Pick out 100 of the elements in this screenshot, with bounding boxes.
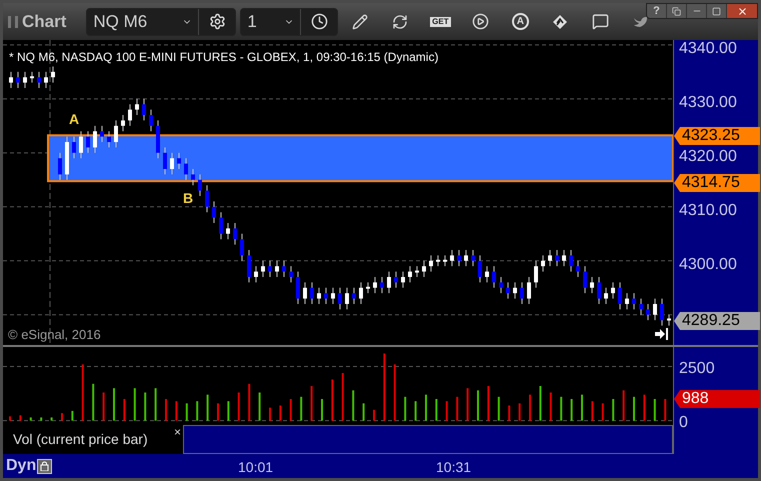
candle <box>422 260 426 278</box>
candle <box>653 298 657 321</box>
candle <box>324 287 328 304</box>
candle <box>380 276 384 294</box>
candle <box>373 276 377 294</box>
grip-icon[interactable] <box>8 16 18 28</box>
candle <box>457 250 461 267</box>
candle <box>555 250 559 267</box>
candle <box>366 282 370 294</box>
time-label: 10:31 <box>436 458 472 477</box>
candle <box>660 298 664 326</box>
candle <box>205 184 209 213</box>
window-title: Chart <box>22 10 66 33</box>
close-legend-button[interactable]: × <box>174 425 181 439</box>
help-button[interactable]: ? <box>647 4 667 18</box>
candle <box>121 114 125 132</box>
candle <box>443 254 447 267</box>
legend-text: Vol (current price bar) <box>13 430 148 449</box>
candle <box>345 287 349 310</box>
candle <box>583 266 587 294</box>
candle <box>58 152 62 180</box>
candle <box>625 292 629 310</box>
candle <box>170 152 174 175</box>
candle <box>618 282 622 310</box>
candle <box>65 136 69 180</box>
candle <box>562 250 566 267</box>
candle <box>499 276 503 294</box>
candle <box>450 250 454 267</box>
candle <box>23 71 27 89</box>
candle <box>268 260 272 278</box>
candle <box>142 98 146 121</box>
candle <box>156 120 160 159</box>
candle <box>548 250 552 267</box>
candle <box>569 250 573 272</box>
candle <box>296 271 300 304</box>
candle <box>667 314 671 326</box>
candle <box>534 260 538 288</box>
candle <box>86 130 90 154</box>
volume-tick: 2500 <box>679 358 715 378</box>
candle <box>506 282 510 300</box>
candle <box>513 282 517 300</box>
candle <box>135 98 139 116</box>
candle <box>184 158 188 180</box>
candle <box>149 109 153 132</box>
candle <box>72 136 76 159</box>
candle <box>415 266 419 278</box>
candle <box>177 152 181 170</box>
candle <box>9 71 13 89</box>
candle <box>275 260 279 278</box>
candle <box>646 303 650 321</box>
copyright-text: © eSignal, 2016 <box>8 326 101 344</box>
candle <box>387 271 391 294</box>
candle <box>51 66 55 84</box>
candle <box>408 266 412 283</box>
volume-tick: 0 <box>679 412 688 433</box>
price-tick: 4330.00 <box>679 92 737 113</box>
scroll-end-icon[interactable] <box>655 328 669 340</box>
candle <box>331 287 335 304</box>
candle <box>37 71 41 89</box>
candle <box>485 266 489 283</box>
candle <box>128 104 132 126</box>
candle <box>541 254 545 272</box>
zone-label: A <box>69 110 80 129</box>
candle <box>611 282 615 300</box>
get-button[interactable]: GET <box>420 6 460 36</box>
candle <box>233 222 237 246</box>
candle <box>338 287 342 310</box>
lock-icon[interactable] <box>37 458 52 474</box>
candle <box>44 71 48 89</box>
candle <box>163 146 167 175</box>
candle <box>261 260 265 278</box>
candle <box>359 282 363 304</box>
candle <box>240 233 244 262</box>
candle <box>520 282 524 304</box>
chart-title: * NQ M6, NASDAQ 100 E-MINI FUTURES - GLOBEX, 1, 09:30-16:15 (Dynamic) <box>9 49 438 66</box>
candle <box>429 254 433 272</box>
candle <box>191 168 195 186</box>
candle <box>471 250 475 267</box>
candle <box>114 120 118 148</box>
candle <box>632 292 636 310</box>
candle <box>394 271 398 288</box>
candle <box>352 287 356 304</box>
auto-button[interactable]: A <box>500 6 540 36</box>
candle <box>310 282 314 304</box>
candle <box>16 71 20 89</box>
candle <box>590 276 594 294</box>
candle <box>282 260 286 278</box>
candle <box>303 282 307 304</box>
candle <box>289 266 293 283</box>
candle <box>478 254 482 283</box>
candle <box>639 298 643 316</box>
close-button[interactable] <box>727 4 757 18</box>
candle <box>464 250 468 267</box>
time-label: 10:01 <box>238 458 274 477</box>
restore-icon <box>672 6 681 16</box>
price-tick: 4340.00 <box>679 38 737 59</box>
candle <box>604 287 608 304</box>
candle <box>219 212 223 240</box>
mode-label: Dyn <box>6 456 36 476</box>
candle <box>79 130 83 159</box>
